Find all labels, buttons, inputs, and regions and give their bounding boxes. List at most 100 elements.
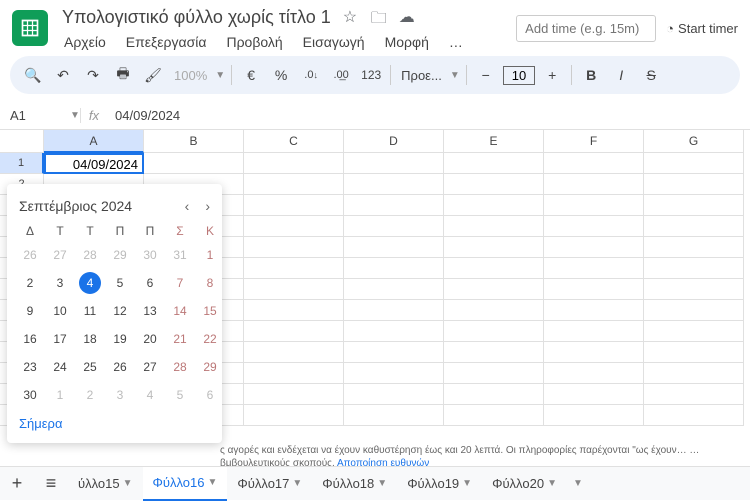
cell[interactable]	[344, 405, 444, 426]
cell[interactable]	[544, 363, 644, 384]
day-21[interactable]: 21	[169, 328, 191, 350]
cell[interactable]	[644, 195, 744, 216]
day-22[interactable]: 22	[199, 328, 221, 350]
paint-format-button[interactable]: 🖌	[140, 62, 166, 88]
datepicker-month[interactable]: Σεπτέμβριος 2024	[19, 198, 132, 214]
cell[interactable]	[544, 405, 644, 426]
percent-button[interactable]: %	[268, 62, 294, 88]
cell[interactable]: 04/09/2024	[44, 153, 144, 174]
day-2[interactable]: 2	[19, 272, 41, 294]
cell[interactable]	[444, 237, 544, 258]
currency-button[interactable]: €	[238, 62, 264, 88]
day-10[interactable]: 10	[49, 300, 71, 322]
menu-edit[interactable]: Επεξεργασία	[120, 32, 213, 52]
col-header-F[interactable]: F	[544, 130, 644, 153]
cell[interactable]	[544, 174, 644, 195]
sheets-logo[interactable]	[12, 10, 48, 46]
cell[interactable]	[244, 342, 344, 363]
day-20[interactable]: 20	[139, 328, 161, 350]
cell[interactable]	[644, 342, 744, 363]
bold-button[interactable]: B	[578, 62, 604, 88]
day-11[interactable]: 11	[79, 300, 101, 322]
name-box[interactable]: A1	[0, 108, 70, 123]
menu-view[interactable]: Προβολή	[220, 32, 288, 52]
col-header-B[interactable]: B	[144, 130, 244, 153]
print-button[interactable]: 🖶	[110, 62, 136, 88]
prev-month-button[interactable]: ‹	[185, 198, 190, 214]
cell[interactable]	[444, 216, 544, 237]
cell[interactable]	[344, 384, 444, 405]
cell[interactable]	[244, 237, 344, 258]
cell[interactable]	[644, 279, 744, 300]
day-7[interactable]: 7	[169, 272, 191, 294]
cell[interactable]	[344, 279, 444, 300]
menu-format[interactable]: Μορφή	[379, 32, 435, 52]
doc-title[interactable]: Υπολογιστικό φύλλο χωρίς τίτλο 1	[58, 5, 335, 30]
cell[interactable]	[344, 258, 444, 279]
cell[interactable]	[644, 384, 744, 405]
cell[interactable]	[544, 279, 644, 300]
cell[interactable]	[644, 258, 744, 279]
undo-button[interactable]: ↶	[50, 62, 76, 88]
day-30[interactable]: 30	[139, 244, 161, 266]
time-input[interactable]	[516, 15, 656, 42]
cell[interactable]	[244, 363, 344, 384]
cell[interactable]	[444, 153, 544, 174]
cell[interactable]	[444, 342, 544, 363]
decrease-font-button[interactable]: −	[473, 62, 499, 88]
cell[interactable]	[344, 300, 444, 321]
cell[interactable]	[444, 195, 544, 216]
sheet-tab[interactable]: Φύλλο20 ▼	[482, 467, 567, 501]
day-8[interactable]: 8	[199, 272, 221, 294]
day-12[interactable]: 12	[109, 300, 131, 322]
day-18[interactable]: 18	[79, 328, 101, 350]
font-select[interactable]: Προε...	[397, 68, 446, 83]
sheet-tab[interactable]: Φύλλο18 ▼	[312, 467, 397, 501]
cell[interactable]	[344, 195, 444, 216]
sheet-tab[interactable]: Φύλλο17 ▼	[227, 467, 312, 501]
day-23[interactable]: 23	[19, 356, 41, 378]
menu-file[interactable]: Αρχείο	[58, 32, 112, 52]
strike-button[interactable]: S	[638, 62, 664, 88]
cell[interactable]	[344, 237, 444, 258]
cell[interactable]	[444, 279, 544, 300]
cell[interactable]	[644, 363, 744, 384]
col-header-C[interactable]: C	[244, 130, 344, 153]
col-header-A[interactable]: A	[44, 130, 144, 153]
day-16[interactable]: 16	[19, 328, 41, 350]
cell[interactable]	[444, 405, 544, 426]
cell[interactable]	[344, 321, 444, 342]
day-25[interactable]: 25	[79, 356, 101, 378]
redo-button[interactable]: ↷	[80, 62, 106, 88]
select-all-corner[interactable]	[0, 130, 44, 153]
cell[interactable]	[344, 153, 444, 174]
day-1[interactable]: 1	[49, 384, 71, 406]
cell[interactable]	[244, 195, 344, 216]
cell[interactable]	[544, 153, 644, 174]
cell[interactable]	[544, 195, 644, 216]
increase-font-button[interactable]: +	[539, 62, 565, 88]
row-header[interactable]: 1	[0, 153, 44, 174]
cell[interactable]	[344, 342, 444, 363]
day-19[interactable]: 19	[109, 328, 131, 350]
day-29[interactable]: 29	[199, 356, 221, 378]
cell[interactable]	[244, 153, 344, 174]
cell[interactable]	[644, 321, 744, 342]
cell[interactable]	[344, 216, 444, 237]
zoom-select[interactable]: 100%	[170, 68, 211, 83]
cell[interactable]	[544, 258, 644, 279]
cell[interactable]	[544, 342, 644, 363]
cell[interactable]	[444, 384, 544, 405]
day-17[interactable]: 17	[49, 328, 71, 350]
day-26[interactable]: 26	[19, 244, 41, 266]
today-link[interactable]: Σήμερα	[19, 406, 210, 435]
move-icon[interactable]: 🗀	[371, 7, 391, 27]
day-1[interactable]: 1	[199, 244, 221, 266]
cell[interactable]	[644, 237, 744, 258]
cell[interactable]	[244, 279, 344, 300]
cell[interactable]	[444, 258, 544, 279]
cell[interactable]	[644, 174, 744, 195]
cell[interactable]	[244, 258, 344, 279]
day-13[interactable]: 13	[139, 300, 161, 322]
cell[interactable]	[244, 216, 344, 237]
